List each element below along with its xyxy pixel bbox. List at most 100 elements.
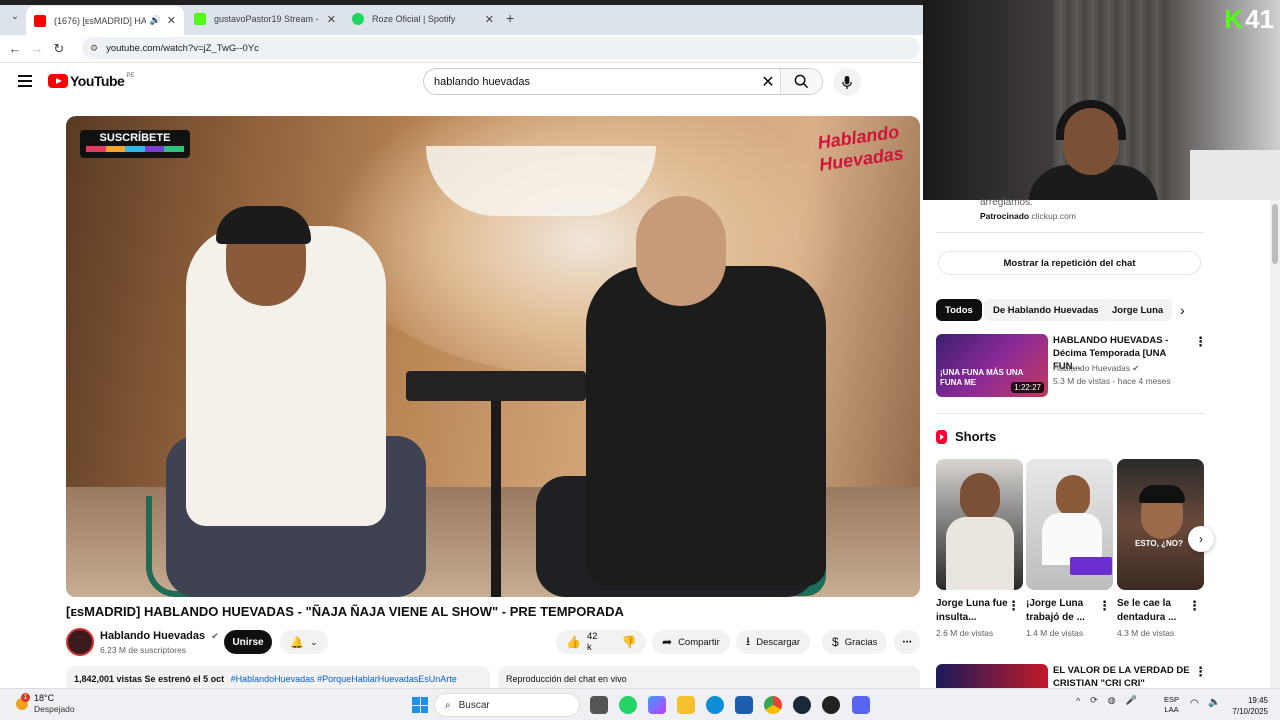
forward-icon[interactable]: → [26,41,48,56]
taskbar-search[interactable]: ⌕ Buscar [434,693,580,717]
dislike-button[interactable]: 👎 [612,630,646,654]
thanks-label: Gracias [844,636,878,648]
scrollbar-thumb[interactable] [1272,204,1278,264]
steam-icon[interactable] [793,696,811,714]
search-button[interactable] [780,69,822,94]
search-input[interactable]: hablando huevadas [424,76,756,88]
recommended-title[interactable]: EL VALOR DE LA VERDAD DE CRISTIAN "CRI C… [1053,664,1191,688]
video-title: [ᴇsMADRID] HABLANDO HUEVADAS - "ÑAJA ÑAJ… [66,604,624,619]
wifi-icon[interactable]: ◠ [1190,698,1199,709]
short-person [960,473,1000,521]
tab-title: gustavoPastor19 Stream - Watc [214,14,321,24]
share-button[interactable]: ➦ Compartir [652,630,730,654]
volume-icon[interactable]: 🔈 [1208,697,1220,708]
clock[interactable]: 19:45 7/10/2025 [1228,695,1268,717]
channel-name[interactable]: Hablando Huevadas ✔ [100,630,219,642]
browser-tab-bar: ⌄ (1676) [ᴇsMADRID] HABLAN 🔊 ✕ gustavoPa… [0,0,923,35]
verified-icon: ✔ [211,631,219,641]
chip-jorge-luna[interactable]: Jorge Luna [1103,299,1173,321]
more-actions-icon[interactable]: ⋯ [894,630,920,654]
task-view-icon[interactable] [590,696,608,714]
kick-logo-icon: K [1224,4,1244,34]
show-chat-replay-button[interactable]: Mostrar la repetición del chat [938,251,1201,275]
sponsored-label: Patrocinado [980,211,1030,221]
share-label: Compartir [678,636,720,648]
hashtags[interactable]: #HablandoHuevadas #PorqueHablarHuevadasE… [231,674,457,684]
more-options-icon[interactable]: ⋮ [1194,334,1207,350]
temperature: 18°C [34,693,55,703]
shorts-next-button[interactable]: › [1188,526,1214,552]
tray-app-icon[interactable]: ⟳ [1090,695,1098,706]
back-icon[interactable]: ← [4,41,26,56]
channel-avatar[interactable] [66,628,94,656]
recommended-channel[interactable]: Hablando Huevadas ✔ [1053,362,1139,375]
youtube-wordmark: YouTube [70,73,125,89]
more-options-icon[interactable]: ⋮ [1194,664,1207,680]
kick-favicon-icon [194,13,206,25]
short-title[interactable]: ¡Jorge Luna trabajó de ... [1026,597,1098,625]
file-explorer-icon[interactable] [677,696,695,714]
verified-icon: ✔ [1132,364,1140,373]
menu-icon[interactable] [18,75,32,90]
weather-condition: Despejado [34,704,75,714]
new-tab-button[interactable]: + [506,10,514,26]
close-tab-icon[interactable]: ✕ [485,13,494,26]
short-title[interactable]: Se le cae la dentadura ... [1117,597,1189,625]
voice-search-button[interactable] [833,68,861,96]
chrome-icon[interactable] [764,696,782,714]
site-info-icon[interactable]: ⚙ [90,43,98,54]
more-options-icon[interactable]: ⋮ [1098,598,1111,614]
time: 19:45 [1247,696,1268,705]
background-poster-smile [426,146,656,216]
tab-title: (1676) [ᴇsMADRID] HABLAN [54,15,146,26]
tab-spotify[interactable]: Roze Oficial | Spotify ✕ [344,6,502,32]
short-thumbnail[interactable] [936,459,1023,590]
omnibox[interactable]: ⚙ youtube.com/watch?v=jZ_TwG--0Yc [82,37,920,59]
microphone-icon[interactable]: 🎤 [1126,695,1137,706]
video-player[interactable]: SUSCRÍBETE Hablando Huevadas [66,116,920,597]
download-button[interactable]: ⭳ Descargar [736,630,811,654]
recommended-thumbnail[interactable] [936,664,1048,688]
whatsapp-icon[interactable] [619,696,637,714]
tab-kick[interactable]: gustavoPastor19 Stream - Watc ✕ [186,6,344,32]
tray-expand-icon[interactable]: ^ [1076,696,1080,706]
chevron-right-icon[interactable]: › [1180,302,1185,318]
windows-start-icon[interactable] [412,697,428,713]
short-thumbnail[interactable] [1026,459,1113,590]
chip-from-channel[interactable]: De Hablando Huevadas [984,299,1108,321]
close-tab-icon[interactable]: ✕ [327,13,336,26]
video-duration: 1:22:27 [1011,382,1044,393]
weather-widget[interactable]: 18°C Despejado [16,693,75,715]
page-scrollbar[interactable] [1270,200,1280,688]
tray-app-icon[interactable]: ◍ [1108,695,1116,706]
short-thumbnail[interactable]: ESTO, ¿NO? [1117,459,1204,590]
youtube-header: YouTube PE hablando huevadas ✕ [0,63,923,103]
language-indicator[interactable]: ESP LAA [1164,695,1179,715]
show-logo-overlay: Hablando Huevadas [816,121,905,175]
more-options-icon[interactable]: ⋮ [1188,598,1201,614]
chevron-down-icon: ⌄ [310,636,318,647]
store-icon[interactable] [735,696,753,714]
more-options-icon[interactable]: ⋮ [1007,598,1020,614]
recommended-thumbnail[interactable]: ¡UNA FUNA MÁS UNA FUNA ME 1:22:27 [936,334,1048,397]
close-tab-icon[interactable]: ✕ [167,14,176,27]
youtube-logo[interactable]: YouTube PE [48,73,134,89]
edge-icon[interactable] [706,696,724,714]
copilot-icon[interactable] [648,696,666,714]
short-overlay-text: ESTO, ¿NO? [1135,539,1183,548]
tab-youtube[interactable]: (1676) [ᴇsMADRID] HABLAN 🔊 ✕ [26,6,184,35]
badge-number: 41 [1245,4,1274,34]
join-button[interactable]: Unirse [224,630,272,654]
notifications-button[interactable]: 🔔 ⌄ [280,630,328,654]
like-button[interactable]: 👍 42 k [556,630,612,654]
clear-search-icon[interactable]: ✕ [756,72,780,92]
discord-icon[interactable] [852,696,870,714]
chip-all[interactable]: Todos [936,299,982,321]
obs-icon[interactable] [822,696,840,714]
short-title[interactable]: Jorge Luna fue insulta... [936,597,1008,625]
reload-icon[interactable]: ↻ [48,41,70,57]
tab-search-chevron-icon[interactable]: ⌄ [4,11,26,22]
thanks-button[interactable]: $ Gracias [822,630,888,654]
speaker-icon[interactable]: 🔊 [150,15,161,26]
download-label: Descargar [756,636,801,648]
